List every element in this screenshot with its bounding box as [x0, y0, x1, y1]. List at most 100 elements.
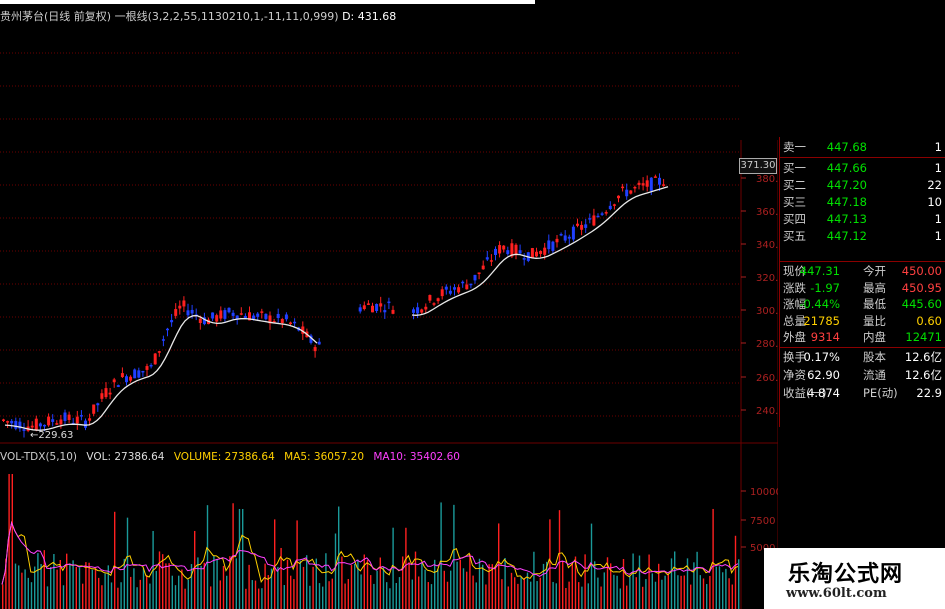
volume-bar [56, 569, 58, 609]
volume-bar [366, 559, 369, 609]
candle-body [317, 341, 321, 345]
sell1-label: 卖一 [783, 140, 806, 154]
volume-bar [226, 575, 228, 609]
volume-bar [219, 580, 221, 609]
volume-bar [530, 581, 532, 609]
candle-body [559, 233, 563, 236]
volume-bar [683, 575, 685, 609]
candle-body [596, 215, 600, 218]
candle-body [617, 195, 620, 199]
volume-bar [664, 575, 666, 609]
candle-body [260, 311, 264, 313]
buy-label: 买二 [783, 178, 806, 192]
volume-bar [146, 574, 148, 609]
volume-bar [482, 564, 484, 609]
candle-body [227, 307, 231, 313]
volume-bar [94, 567, 97, 609]
volume-bar [382, 566, 385, 609]
candle-body [116, 385, 120, 387]
candle-body [444, 286, 448, 290]
volume-bar [494, 568, 497, 609]
buy-qty: 1 [934, 229, 942, 243]
candle-body [453, 287, 456, 290]
candle-body [38, 423, 42, 427]
candle-body [264, 313, 268, 320]
candle-body [498, 245, 502, 254]
volume-bar [629, 576, 631, 609]
watermark-url: www.60lt.com [786, 586, 887, 601]
volume-bar [293, 579, 295, 609]
candle-body [580, 224, 584, 230]
volume-bar [261, 588, 263, 609]
buy-row: 买五 447.12 1 [780, 228, 945, 245]
volume-bar [14, 563, 17, 609]
fundamental-row: 换手 0.17% 股本 12.6亿 [780, 349, 945, 366]
volume-bar [91, 569, 93, 609]
candle-body [612, 204, 616, 206]
candle-body [104, 388, 108, 398]
candle-body [473, 274, 477, 281]
volume-bar [66, 553, 68, 609]
volume-bar [331, 578, 333, 609]
price-chart[interactable]: 380.0 360.0 340.0 320.0 300.0 280.0 260.0 240.0… [0, 20, 778, 444]
volume-bar [190, 564, 193, 609]
candle-body [662, 184, 666, 186]
watermark-title: 乐淘公式网 [788, 562, 904, 587]
volume-bar [30, 582, 33, 609]
volume-bar [507, 586, 509, 609]
pe-row: 收益(一) 4.874 PE(动) 22.9 [780, 385, 945, 402]
candle-body [600, 213, 604, 215]
buy-label: 买三 [783, 195, 806, 209]
buy-qty: 1 [934, 161, 942, 175]
candle-body [252, 315, 256, 320]
volume-chart[interactable]: 1000075005000 [0, 444, 778, 609]
volume-bar [155, 570, 157, 609]
volume-bar [178, 575, 180, 609]
volume-bar [341, 556, 343, 609]
candle-body [219, 310, 223, 319]
volume-bar [181, 569, 183, 609]
candle-body [547, 240, 551, 250]
volume-bar [344, 583, 346, 609]
candle-body [79, 415, 83, 417]
stat-value: 447.31 [799, 264, 840, 278]
candle-body [22, 429, 26, 431]
volume-bar [130, 576, 132, 609]
volume-bar [149, 583, 151, 609]
price-tick-label: 360.0 [756, 207, 778, 218]
candle-body [161, 339, 165, 341]
volume-bar [651, 573, 653, 609]
fund-value: 0.17% [803, 350, 840, 364]
volume-bar [101, 585, 103, 609]
volume-bar [162, 554, 164, 609]
candle-body [149, 364, 153, 367]
candle-body [92, 404, 96, 414]
volume-bar [414, 551, 417, 609]
volume-bar [62, 585, 65, 609]
volume-bar [437, 569, 439, 609]
volume-bar [37, 553, 39, 609]
stat-value: 21785 [803, 313, 840, 328]
volume-bar [552, 581, 554, 609]
candle-body [485, 257, 489, 260]
candle-body [141, 370, 145, 373]
candle-body [584, 224, 588, 228]
candle-body [231, 312, 235, 316]
candle-body [424, 306, 428, 310]
volume-bar [267, 575, 269, 609]
volume-bar [312, 566, 314, 609]
volume-bar [238, 509, 241, 609]
volume-bar [306, 555, 308, 609]
candle-body [137, 370, 141, 378]
candle-body [174, 309, 178, 316]
candle-body [182, 300, 186, 307]
volume-bar [440, 502, 442, 609]
volume-bar [283, 585, 285, 609]
candle-body [436, 298, 440, 302]
volume-bar [430, 584, 433, 609]
candle-body [494, 248, 497, 256]
candle-body [198, 318, 202, 323]
volume-bar [478, 558, 481, 609]
volume-bar [446, 581, 449, 609]
candle-body [457, 287, 461, 293]
